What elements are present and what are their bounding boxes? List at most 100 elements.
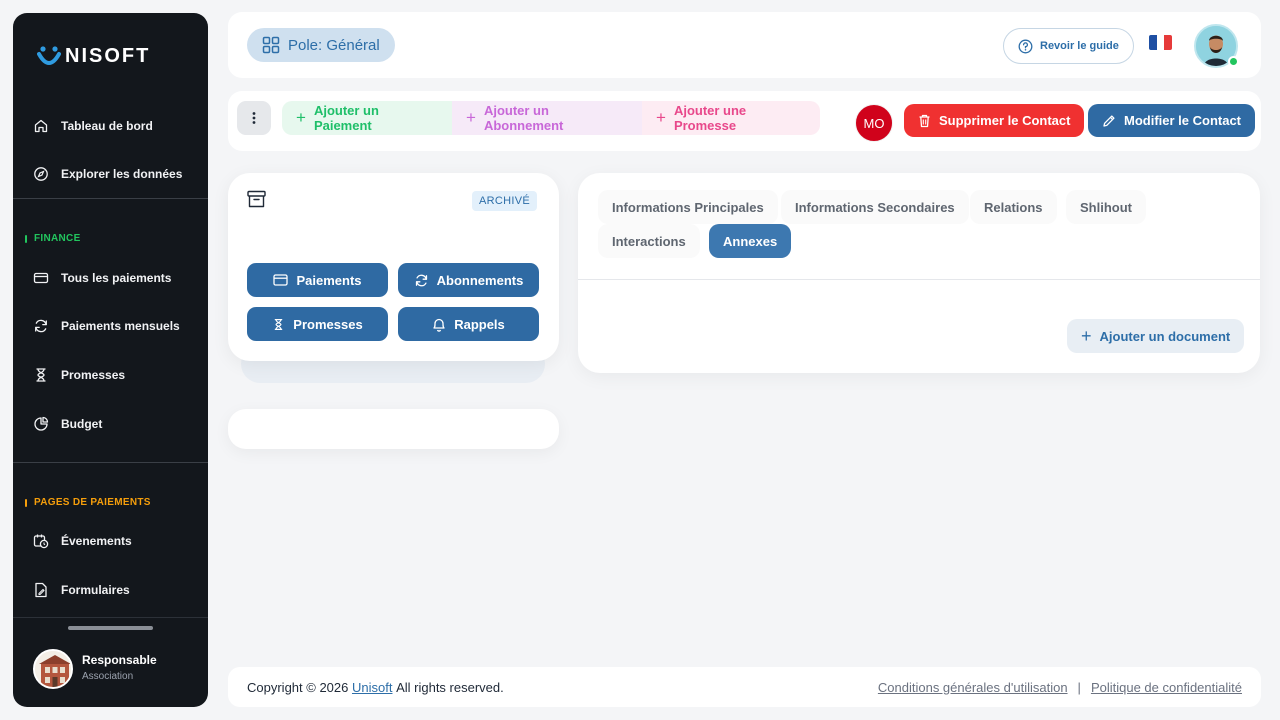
help-circle-icon xyxy=(1018,39,1033,53)
calendar-clock-icon xyxy=(33,534,49,549)
add-subscription-button[interactable]: + Ajouter un Abonnement xyxy=(452,101,642,135)
brand-logo[interactable]: NISOFT xyxy=(37,45,150,68)
tab-main-info[interactable]: Informations Principales xyxy=(598,190,778,224)
pole-selector[interactable]: Pole: Général xyxy=(247,28,395,62)
sidebar-user-section: Responsable Association xyxy=(13,617,208,707)
sidebar-item-promises[interactable]: Promesses xyxy=(33,360,203,390)
section-title: PAGES DE PAIEMENTS xyxy=(34,497,151,508)
footer-separator: | xyxy=(1077,679,1081,695)
guide-button[interactable]: Revoir le guide xyxy=(1003,28,1134,64)
sidebar-item-label: Tous les paiements xyxy=(61,271,172,285)
company-link[interactable]: Unisoft xyxy=(352,680,392,695)
reminders-label: Rappels xyxy=(454,316,505,332)
card-icon xyxy=(273,274,289,286)
payments-button[interactable]: Paiements xyxy=(247,263,388,297)
user-name: Responsable xyxy=(82,653,157,667)
sidebar-item-label: Formulaires xyxy=(61,583,130,597)
tab-shlihout[interactable]: Shlihout xyxy=(1066,190,1146,224)
footer: Copyright © 2026 Unisoft All rights rese… xyxy=(228,667,1261,707)
sidebar-item-forms[interactable]: Formulaires xyxy=(33,575,203,605)
french-flag-icon[interactable] xyxy=(1149,35,1172,50)
add-document-label: Ajouter un document xyxy=(1099,328,1231,344)
sidebar-item-events[interactable]: Évenements xyxy=(33,526,203,556)
plus-icon: + xyxy=(1081,325,1092,346)
section-finance: FINANCE xyxy=(25,233,81,244)
rights-text: All rights reserved. xyxy=(396,679,504,695)
guide-label: Revoir le guide xyxy=(1040,40,1119,52)
vertical-dots-icon xyxy=(252,112,256,124)
bell-icon xyxy=(433,318,445,332)
pole-label: Pole: Général xyxy=(288,36,380,54)
delete-contact-button[interactable]: Supprimer le Contact xyxy=(904,104,1085,137)
sidebar-item-dashboard[interactable]: Tableau de bord xyxy=(33,111,203,141)
add-payment-button[interactable]: + Ajouter un Paiement xyxy=(282,101,452,135)
add-promise-label: Ajouter une Promesse xyxy=(673,103,747,133)
subscriptions-label: Abonnements xyxy=(436,272,524,288)
tab-interactions[interactable]: Interactions xyxy=(598,224,700,258)
tab-secondary-info[interactable]: Informations Secondaires xyxy=(781,190,969,224)
sidebar-item-all-payments[interactable]: Tous les paiements xyxy=(33,263,203,293)
form-icon xyxy=(35,582,47,598)
hourglass-icon xyxy=(274,318,283,330)
plus-icon: + xyxy=(296,108,306,127)
privacy-link[interactable]: Politique de confidentialité xyxy=(1091,680,1242,695)
secondary-card xyxy=(228,409,559,449)
top-header: Pole: Général Revoir le guide xyxy=(228,12,1261,78)
section-title: FINANCE xyxy=(34,233,81,244)
edit-contact-button[interactable]: Modifier le Contact xyxy=(1088,104,1256,137)
logo-icon xyxy=(37,45,61,65)
pencil-icon xyxy=(1103,114,1115,127)
trash-icon xyxy=(919,114,930,127)
brand-name: NISOFT xyxy=(65,45,151,67)
edit-contact-label: Modifier le Contact xyxy=(1124,113,1242,128)
pie-icon xyxy=(34,416,49,431)
home-icon xyxy=(34,119,48,133)
reminders-button[interactable]: Rappels xyxy=(398,307,539,341)
add-payment-label: Ajouter un Paiement xyxy=(313,103,379,133)
promises-label: Promesses xyxy=(293,316,363,332)
panel-divider xyxy=(578,279,1260,280)
sidebar-item-label: Tableau de bord xyxy=(61,119,153,133)
plus-icon: + xyxy=(656,108,666,127)
section-payment-pages: PAGES DE PAIEMENTS xyxy=(25,497,151,508)
sidebar-item-monthly-payments[interactable]: Paiements mensuels xyxy=(33,311,203,341)
contact-action-bar: + Ajouter un Paiement + Ajouter un Abonn… xyxy=(228,91,1261,151)
refresh-icon xyxy=(35,319,47,333)
card-icon xyxy=(33,272,49,284)
delete-contact-label: Supprimer le Contact xyxy=(939,113,1071,128)
sidebar-item-budget[interactable]: Budget xyxy=(33,409,203,439)
sidebar-item-label: Évenements xyxy=(61,534,132,548)
refresh-icon xyxy=(415,274,427,286)
add-promise-button[interactable]: + Ajouter une Promesse xyxy=(642,101,820,135)
plus-icon: + xyxy=(466,108,476,127)
online-status-indicator xyxy=(1228,56,1239,67)
compass-icon xyxy=(34,167,48,181)
tab-annexes[interactable]: Annexes xyxy=(709,224,792,258)
add-document-button[interactable]: + Ajouter un document xyxy=(1067,319,1245,353)
archive-icon xyxy=(247,190,266,213)
add-subscription-label: Ajouter un Abonnement xyxy=(483,103,564,133)
more-options-button[interactable] xyxy=(237,101,271,135)
sidebar-item-label: Explorer les données xyxy=(61,167,183,181)
hourglass-icon xyxy=(36,368,46,382)
grid-icon xyxy=(262,36,280,54)
promises-button[interactable]: Promesses xyxy=(247,307,388,341)
sidebar-item-label: Promesses xyxy=(61,368,126,382)
sidebar-divider xyxy=(13,198,208,199)
footer-links: Conditions générales d'utilisation | Pol… xyxy=(878,680,1242,695)
building-icon xyxy=(35,651,71,687)
subscriptions-button[interactable]: Abonnements xyxy=(398,263,539,297)
sidebar-divider xyxy=(13,462,208,463)
user-role: Association xyxy=(82,671,134,682)
tab-relations[interactable]: Relations xyxy=(970,190,1057,224)
archived-status-badge: ARCHIVÉ xyxy=(472,191,537,211)
terms-link[interactable]: Conditions générales d'utilisation xyxy=(878,680,1068,695)
copyright-text: Copyright © 2026 xyxy=(247,679,349,695)
contact-detail-panel: Informations Principales Informations Se… xyxy=(578,173,1260,373)
contact-summary-card: ARCHIVÉ Paiements Abonnements Promesses … xyxy=(228,173,559,361)
sidebar-scrollbar[interactable] xyxy=(68,626,153,630)
user-avatar[interactable] xyxy=(33,649,73,689)
contact-initials-badge[interactable]: MO xyxy=(855,104,893,142)
sidebar-item-explore[interactable]: Explorer les données xyxy=(33,159,203,189)
sidebar-item-label: Paiements mensuels xyxy=(61,319,180,333)
